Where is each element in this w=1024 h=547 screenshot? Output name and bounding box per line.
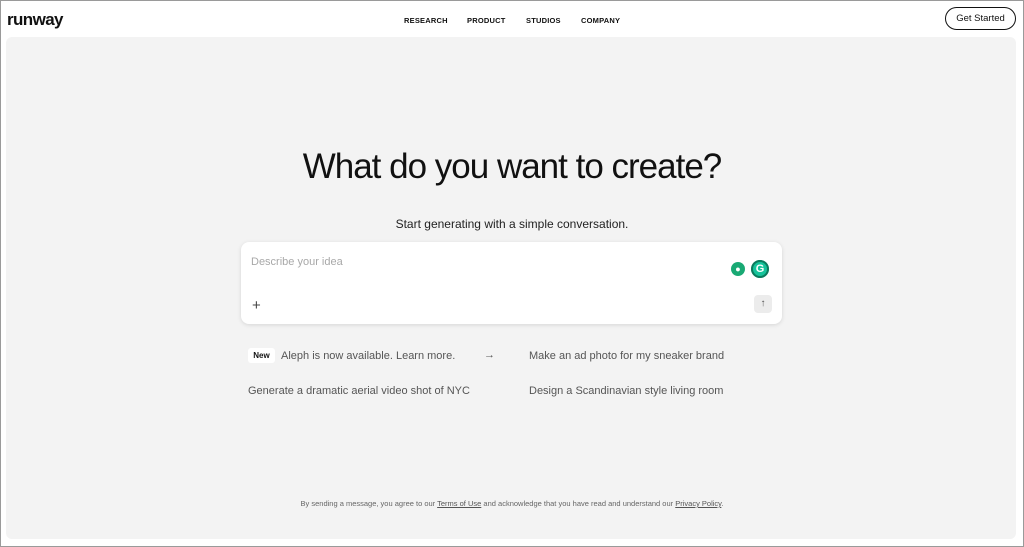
top-navigation-bar: runway: [1, 1, 1023, 37]
plus-icon[interactable]: +: [252, 298, 261, 313]
nav-item-product[interactable]: PRODUCT: [467, 16, 505, 25]
page-headline: What do you want to create?: [302, 147, 723, 186]
legal-footer: By sending a message, you agree to our T…: [0, 499, 1024, 508]
prompt-input[interactable]: [249, 252, 723, 272]
browser-extension-icons: ● G: [731, 260, 771, 280]
new-badge: New: [248, 348, 275, 363]
suggestion-aerial-nyc[interactable]: Generate a dramatic aerial video shot of…: [248, 385, 470, 397]
footer-prefix: By sending a message, you agree to our: [300, 499, 436, 508]
privacy-policy-link[interactable]: Privacy Policy: [675, 499, 721, 508]
lightbulb-extension-icon[interactable]: ●: [731, 262, 745, 276]
grammarly-icon[interactable]: G: [751, 260, 769, 278]
arrow-right-icon[interactable]: →: [484, 349, 495, 361]
page-subheadline: Start generating with a simple conversat…: [395, 217, 629, 231]
runway-logo[interactable]: runway: [7, 10, 64, 30]
footer-middle: and acknowledge that you have read and u…: [483, 499, 674, 508]
suggestion-living-room[interactable]: Design a Scandinavian style living room: [529, 385, 723, 397]
prompt-composer: ● G + ↑: [241, 242, 782, 324]
footer-suffix: .: [721, 499, 724, 508]
nav-item-company[interactable]: COMPANY: [581, 16, 620, 25]
get-started-button[interactable]: Get Started: [945, 7, 1016, 30]
terms-of-use-link[interactable]: Terms of Use: [437, 499, 481, 508]
nav-item-studios[interactable]: STUDIOS: [526, 16, 561, 25]
nav-item-research[interactable]: RESEARCH: [404, 16, 448, 25]
suggestion-sneaker-ad[interactable]: Make an ad photo for my sneaker brand: [529, 350, 724, 362]
announcement-link[interactable]: Aleph is now available. Learn more.: [281, 350, 455, 362]
send-arrow-icon[interactable]: ↑: [754, 295, 772, 313]
